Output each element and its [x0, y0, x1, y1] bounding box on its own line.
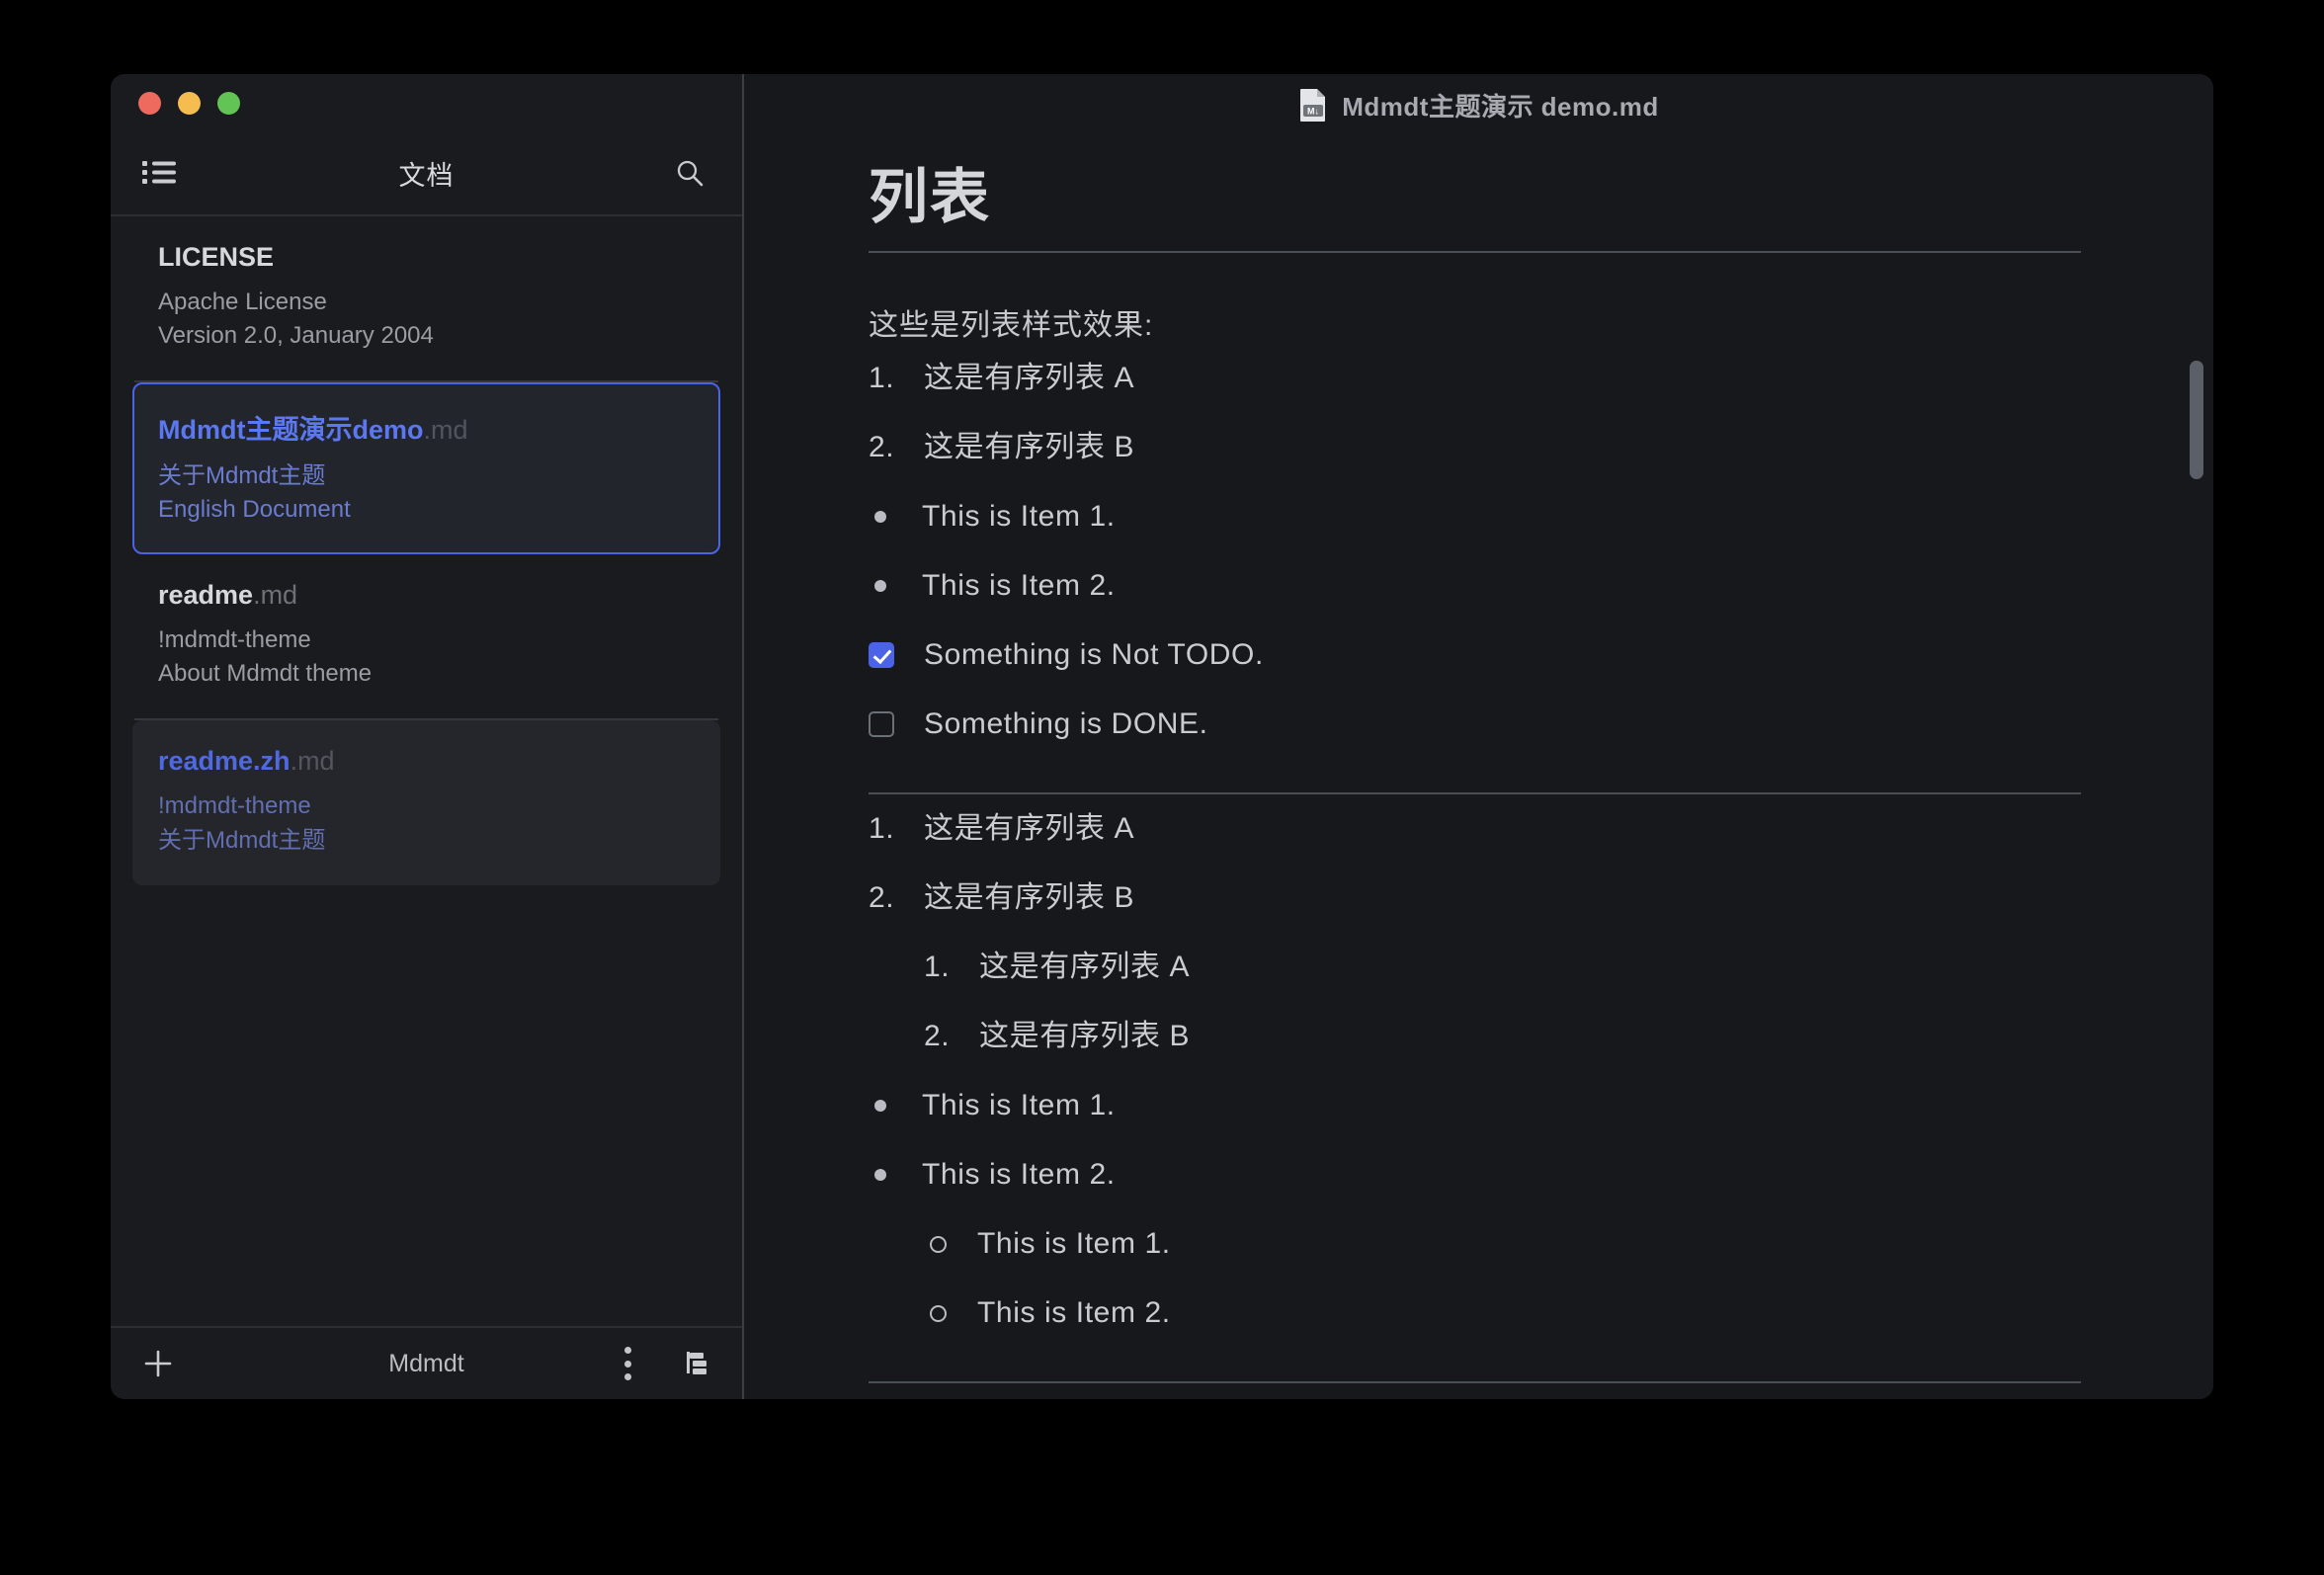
sidebar-footer-actions [606, 1342, 718, 1385]
intro-paragraph: 这些是列表样式效果: [869, 309, 1154, 342]
checkbox-unchecked[interactable] [869, 711, 894, 737]
nested-list-item: 2. 这是有序列表 B [869, 1002, 2081, 1071]
list-item: 2. 这是有序列表 B [869, 413, 2081, 482]
search-icon [677, 160, 704, 187]
list-item: This is Item 1. [869, 482, 2081, 551]
list-item-highlighted[interactable]: readme.zh.md !mdmdt-theme 关于Mdmdt主题 [132, 720, 720, 885]
svg-text:M↓: M↓ [1307, 107, 1319, 117]
document-preview-line: !mdmdt-theme [158, 792, 311, 820]
document-preview-line: 关于Mdmdt主题 [158, 826, 326, 854]
maximize-window-button[interactable] [217, 91, 240, 115]
list-item-text: This is Item 2. [977, 1296, 1171, 1329]
list-item-text: This is Item 1. [922, 1089, 1116, 1121]
task-list-item[interactable]: Something is DONE. [869, 690, 2081, 759]
bullet-icon [869, 580, 914, 592]
nested-list-item: 1. 这是有序列表 A [869, 933, 2081, 1002]
list-item-text: 这是有序列表 B [979, 1020, 1191, 1052]
document-title: readme.md [158, 580, 298, 611]
app-window: 文档 LICENSE Apache License Version 2.0, J… [111, 74, 2213, 1399]
scrollbar-thumb[interactable] [2190, 361, 2203, 479]
list-item: 2. 这是有序列表 B [869, 864, 2081, 933]
sidebar-footer: Mdmdt [111, 1326, 742, 1399]
document-scroll-area[interactable]: 列表 这些是列表样式效果: 1. 这是有序列表 A 2. 这是有序列表 B Th… [744, 135, 2213, 1399]
bullet-icon [869, 511, 914, 523]
document-title: LICENSE [158, 242, 275, 272]
checkbox-wrapper [869, 711, 914, 737]
list-item-text: This is Item 2. [922, 569, 1116, 602]
add-document-button[interactable] [136, 1342, 180, 1385]
vertical-scrollbar[interactable] [2186, 135, 2205, 1393]
hollow-bullet-icon [924, 1305, 969, 1322]
hollow-bullet-icon [924, 1236, 969, 1253]
list-item-text: This is Item 1. [922, 500, 1116, 533]
main-title-text: Mdmdt主题演示 demo.md [1342, 91, 1659, 122]
list-item-text: 这是有序列表 A [924, 362, 1135, 394]
outline-view-button[interactable] [675, 1342, 718, 1385]
list-item-text: 这是有序列表 B [924, 881, 1135, 914]
document-list[interactable]: LICENSE Apache License Version 2.0, Janu… [111, 216, 742, 1326]
horizontal-rule [869, 1381, 2081, 1383]
list-item-text: 这是有序列表 A [979, 951, 1191, 983]
document-preview-line: 关于Mdmdt主题 [158, 462, 326, 490]
bullet-icon [869, 1169, 914, 1181]
plus-icon [144, 1350, 172, 1377]
list-item[interactable]: readme.md !mdmdt-theme About Mdmdt theme [132, 554, 720, 718]
sidebar: 文档 LICENSE Apache License Version 2.0, J… [111, 74, 744, 1399]
sidebar-toggle-button[interactable] [136, 150, 182, 196]
list-item-text: Something is DONE. [924, 707, 1208, 740]
list-item: This is Item 2. [869, 551, 2081, 621]
list-item-text: This is Item 2. [922, 1158, 1116, 1191]
checkbox-wrapper [869, 642, 914, 668]
ordered-marker: 1. [869, 812, 895, 845]
document-preview-line: Apache License [158, 289, 327, 315]
close-window-button[interactable] [138, 91, 161, 115]
bullet-icon [869, 1100, 914, 1112]
document-preview-line: Version 2.0, January 2004 [158, 322, 434, 350]
minimize-window-button[interactable] [178, 91, 201, 115]
document-title: Mdmdt主题演示demo.md [158, 415, 468, 446]
document-title: readme.zh.md [158, 746, 335, 777]
list-item: 1. 这是有序列表 A [869, 794, 2081, 864]
ordered-marker: 2. [869, 881, 895, 914]
document-preview-line: About Mdmdt theme [158, 660, 373, 688]
sidebar-header: 文档 [111, 131, 742, 216]
document-preview-line: !mdmdt-theme [158, 626, 311, 654]
list-item-text: 这是有序列表 B [924, 431, 1135, 463]
markdown-file-icon: M↓ [1300, 89, 1326, 122]
list-item-selected[interactable]: Mdmdt主题演示demo.md 关于Mdmdt主题 English Docum… [132, 382, 720, 555]
list-item: This is Item 2. [869, 1140, 2081, 1209]
main-titlebar: M↓ Mdmdt主题演示 demo.md [744, 74, 2213, 135]
list-block-2: 1. 这是有序列表 A 2. 这是有序列表 B 1. 这是有序列表 A 2. 这… [869, 794, 2081, 1348]
ordered-marker: 2. [924, 1020, 951, 1052]
ordered-marker: 2. [869, 431, 895, 463]
list-item-text: Something is Not TODO. [924, 638, 1264, 671]
ordered-marker: 1. [869, 362, 895, 394]
list-item-text: This is Item 1. [977, 1227, 1171, 1260]
main-pane: M↓ Mdmdt主题演示 demo.md 列表 这些是列表样式效果: 1. 这是… [744, 74, 2213, 1399]
list-item: This is Item 1. [869, 1071, 2081, 1140]
task-list-item[interactable]: Something is Not TODO. [869, 621, 2081, 690]
sidebar-title: 文档 [398, 160, 455, 191]
list-item: 1. 这是有序列表 A [869, 344, 2081, 413]
list-icon [142, 161, 176, 184]
document-preview-line: English Document [158, 496, 351, 524]
traffic-lights [111, 74, 742, 131]
ordered-marker: 1. [924, 951, 951, 983]
list-item-text: 这是有序列表 A [924, 812, 1135, 845]
outline-tree-icon [687, 1352, 706, 1374]
more-options-button[interactable] [606, 1342, 649, 1385]
checkbox-checked[interactable] [869, 642, 894, 668]
list-item[interactable]: LICENSE Apache License Version 2.0, Janu… [132, 216, 720, 380]
list-block-1: 1. 这是有序列表 A 2. 这是有序列表 B This is Item 1. … [869, 344, 2081, 759]
page-title: 列表 [869, 149, 2081, 253]
search-button[interactable] [667, 150, 712, 196]
more-vertical-icon [623, 1347, 631, 1380]
nested-list-item: This is Item 2. [869, 1279, 2081, 1348]
nested-list-item: This is Item 1. [869, 1209, 2081, 1279]
